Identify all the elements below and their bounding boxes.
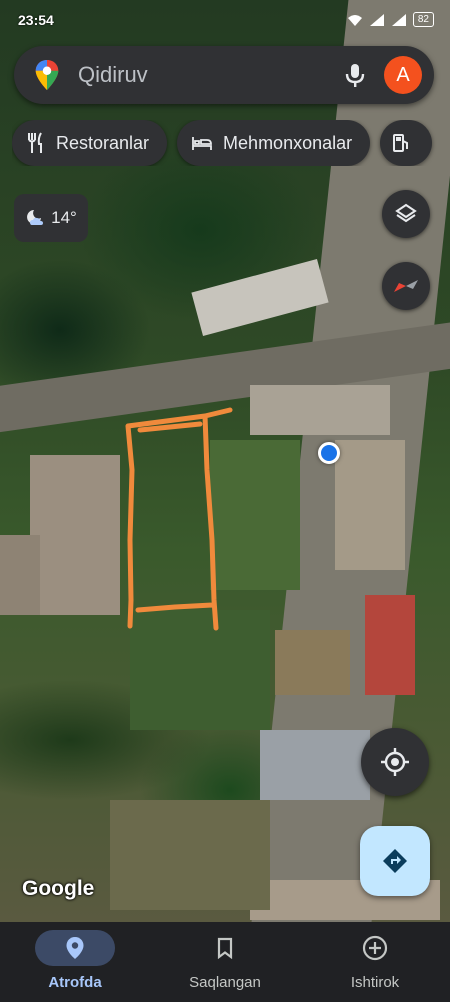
nav-label: Saqlangan — [189, 974, 261, 991]
search-bar[interactable]: Qidiruv A — [14, 46, 434, 104]
status-time: 23:54 — [18, 12, 54, 28]
status-icons: 82 — [347, 12, 434, 27]
chip-gas-stations[interactable] — [380, 120, 433, 166]
wifi-icon — [347, 14, 362, 26]
bed-icon — [192, 137, 212, 150]
chip-label: Restoranlar — [56, 132, 150, 153]
temperature: 14° — [51, 208, 77, 227]
crosshair-icon — [381, 748, 409, 776]
bottom-navigation: Atrofda Saqlangan Ishtirok — [0, 922, 450, 1002]
chip-restaurants[interactable]: Restoranlar — [12, 120, 168, 166]
google-attribution: Google — [22, 877, 95, 900]
nav-label: Atrofda — [48, 974, 102, 991]
chip-label: Mehmonxonalar — [223, 132, 353, 153]
category-chips: Restoranlar Mehmonxonalar — [12, 120, 450, 166]
search-input[interactable]: Qidiruv — [78, 62, 340, 88]
location-pin-icon — [66, 937, 84, 959]
nav-item-contribute[interactable]: Ishtirok — [300, 922, 450, 1002]
weather-widget[interactable]: 14° — [14, 194, 88, 242]
moon-cloud-icon — [27, 210, 44, 225]
nav-item-explore[interactable]: Atrofda — [0, 922, 150, 1002]
signal-icon — [369, 13, 384, 26]
microphone-icon[interactable] — [340, 60, 370, 90]
compass-icon — [394, 280, 418, 292]
status-bar: 23:54 82 — [0, 0, 450, 40]
layers-button[interactable] — [382, 190, 430, 238]
add-circle-icon — [362, 935, 388, 961]
battery-indicator: 82 — [412, 12, 434, 27]
nav-icon-wrap — [35, 930, 115, 966]
layers-icon — [395, 203, 417, 223]
nav-icon-wrap — [335, 930, 415, 966]
compass-button[interactable] — [382, 262, 430, 310]
nav-label: Ishtirok — [350, 974, 400, 991]
nav-icon-wrap — [185, 930, 265, 966]
nav-item-saved[interactable]: Saqlangan — [150, 922, 300, 1002]
gas-station-icon — [393, 134, 409, 152]
chip-hotels[interactable]: Mehmonxonalar — [177, 120, 371, 166]
google-maps-logo-icon — [35, 59, 59, 91]
bookmark-icon — [217, 937, 233, 959]
directions-button[interactable] — [360, 826, 430, 896]
my-location-dot — [318, 442, 340, 464]
fork-knife-icon — [28, 132, 42, 153]
my-location-button[interactable] — [361, 728, 429, 796]
account-avatar[interactable]: A — [384, 56, 422, 94]
directions-icon — [383, 849, 407, 873]
signal-icon — [391, 13, 406, 26]
